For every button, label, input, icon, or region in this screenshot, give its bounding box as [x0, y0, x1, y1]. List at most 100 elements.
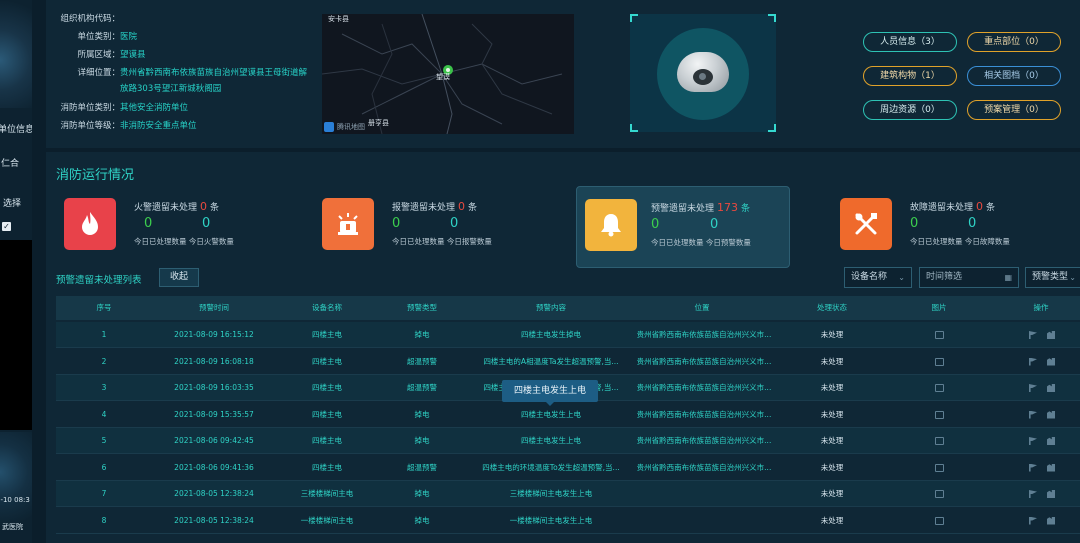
cell-no: 1	[101, 330, 107, 339]
cell-image	[914, 375, 964, 401]
table-row[interactable]: 6 2021-08-06 09:41:36 四楼主电 超温预警 四楼主电的环境温度To发…	[56, 455, 1080, 481]
select-checkbox[interactable]: ✓	[2, 222, 11, 231]
table-row[interactable]: 5 2021-08-06 09:42:45 四楼主电 掉电 四楼主电发生上电 贵州省黔西南…	[56, 428, 1080, 454]
table-row[interactable]: 8 2021-08-05 12:38:24 一楼楼梯间主电 掉电 一楼楼梯间主电发生上电…	[56, 508, 1080, 534]
image-icon[interactable]	[934, 463, 944, 472]
nearby-resources-button[interactable]: 周边资源（0）	[863, 100, 957, 120]
cell-time: 2021-08-06 09:41:36	[174, 462, 254, 472]
map-label-bottom: 册亨县	[368, 119, 389, 127]
stat-warning[interactable]: 预警遗留未处理 173 条 0 0 今日已处理数量 今日预警数量	[576, 186, 790, 268]
flag-icon[interactable]	[1029, 384, 1037, 392]
cell-content: 三楼楼梯间主电发生上电	[509, 489, 593, 498]
flag-icon[interactable]	[1029, 437, 1037, 445]
time-filter-input[interactable]: 时间筛选 ▦	[919, 267, 1019, 288]
flag-icon[interactable]	[1029, 490, 1037, 498]
stat-count: 0	[200, 200, 208, 213]
flag-icon[interactable]	[1029, 516, 1037, 525]
cell-image	[914, 481, 964, 507]
building-icon[interactable]	[1047, 410, 1055, 419]
stat-title: 报警遗留未处理 0 条	[392, 200, 477, 213]
image-icon[interactable]	[934, 490, 944, 498]
staff-info-button[interactable]: 人员信息（3）	[863, 32, 957, 52]
flag-icon[interactable]	[1029, 463, 1037, 472]
cell-device: 四楼主电	[312, 436, 342, 445]
device-select-label: 设备名称	[851, 272, 888, 282]
info-key: 单位类别：	[77, 32, 120, 42]
collapse-button[interactable]: 收起	[159, 268, 199, 287]
stat-count: 173	[717, 201, 739, 214]
stat-title-text: 预警遗留未处理	[651, 204, 715, 214]
cell-content: 四楼主电发生上电	[521, 436, 581, 445]
stat-title: 预警遗留未处理 173 条	[651, 201, 750, 214]
frame-corner	[768, 124, 776, 132]
table-row[interactable]: 2 2021-08-09 16:08:18 四楼主电 超温预警 四楼主电的A相温度Ta发…	[56, 349, 1080, 375]
flag-icon[interactable]	[1029, 331, 1037, 339]
cell-time: 2021-08-09 16:03:35	[174, 383, 254, 392]
cell-device: 四楼主电	[312, 383, 342, 392]
building-icon[interactable]	[1047, 516, 1055, 525]
cell-status: 未处理	[820, 436, 844, 445]
image-icon[interactable]	[934, 357, 944, 366]
left-decoration	[0, 0, 32, 108]
building-icon[interactable]	[1047, 357, 1055, 366]
cell-no: 5	[101, 436, 107, 445]
select-header: 选择	[3, 199, 22, 209]
building-icon[interactable]	[1047, 331, 1055, 339]
list-title: 预警遗留未处理列表	[56, 275, 142, 286]
flag-icon[interactable]	[1029, 410, 1037, 419]
table-row[interactable]: 4 2021-08-09 15:35:57 四楼主电 掉电 四楼主电发生上电 贵州省黔西南…	[56, 402, 1080, 428]
table-row[interactable]: 7 2021-08-05 12:38:24 三楼楼梯间主电 掉电 三楼楼梯间主电发生上电…	[56, 481, 1080, 507]
unit-info-tab[interactable]: 单位信息	[0, 122, 32, 135]
image-icon[interactable]	[934, 516, 944, 525]
cell-type: 超温预警	[407, 462, 437, 472]
device-name-select[interactable]: 设备名称 ⌄	[844, 267, 912, 288]
col-no: 序号	[96, 303, 112, 312]
cell-actions	[1012, 481, 1072, 507]
building-icon[interactable]	[1047, 437, 1055, 445]
camera-preview[interactable]	[630, 14, 776, 132]
image-icon[interactable]	[934, 437, 944, 445]
frame-corner	[768, 14, 776, 22]
cell-no: 8	[101, 515, 107, 525]
cell-location: 贵州省黔西南布依族苗族自治州兴义市...	[636, 409, 772, 419]
today-handled: 0	[392, 216, 401, 231]
image-icon[interactable]	[934, 384, 944, 392]
table-header: 序号 预警时间 设备名称 预警类型 预警内容 位置 处理状态 图片 操作	[56, 296, 1080, 320]
calendar-icon: ▦	[1004, 273, 1012, 282]
cell-no: 6	[101, 462, 107, 472]
building-icon[interactable]	[1047, 463, 1055, 472]
info-row-fire-level: 消防单位等级：非消防安全重点单位	[58, 121, 196, 132]
stat-fire[interactable]: 火警遗留未处理 0 条 0 0 今日已处理数量 今日火警数量	[56, 186, 286, 268]
building-icon[interactable]	[1047, 490, 1055, 498]
cell-status: 未处理	[820, 515, 844, 525]
col-content: 预警内容	[536, 303, 566, 312]
image-icon[interactable]	[934, 410, 944, 419]
image-icon[interactable]	[934, 331, 944, 339]
col-location: 位置	[694, 303, 710, 312]
warning-type-select[interactable]: 预警类型 ⌄	[1025, 267, 1080, 288]
cell-device: 一楼楼梯间主电	[300, 515, 354, 525]
cell-no: 4	[101, 409, 107, 419]
map-label-center: 望谟	[436, 73, 450, 81]
time-filter-label: 时间筛选	[926, 272, 963, 282]
buildings-button[interactable]: 建筑构物（1）	[863, 66, 957, 86]
info-value: 放路303号望江新城秋阁园	[120, 84, 222, 94]
cell-image	[914, 322, 964, 348]
cell-type: 超温预警	[407, 356, 437, 366]
info-value: 望谟县	[120, 50, 146, 60]
unit-info-panel: 组织机构代码： 单位类别：医院 所属区域：望谟县 详细位置：贵州省黔西南布依族苗…	[46, 0, 1080, 148]
plan-management-button[interactable]: 预案管理（0）	[967, 100, 1061, 120]
location-map[interactable]: 安卡县 望谟 册亨县 腾讯地图	[322, 14, 574, 134]
ren-label: 仁合	[1, 159, 20, 169]
col-image: 图片	[931, 303, 947, 312]
key-areas-button[interactable]: 重点部位（0）	[967, 32, 1061, 52]
table-row[interactable]: 1 2021-08-09 16:15:12 四楼主电 掉电 四楼主电发生掉电 贵州省黔西南…	[56, 322, 1080, 348]
content-tooltip: 四楼主电发生上电	[502, 380, 598, 406]
bell-icon	[585, 199, 637, 251]
building-icon[interactable]	[1047, 384, 1055, 392]
flag-icon[interactable]	[1029, 357, 1037, 366]
cell-no: 3	[101, 383, 107, 392]
stat-alarm[interactable]: 报警遗留未处理 0 条 0 0 今日已处理数量 今日报警数量	[314, 186, 544, 268]
related-docs-button[interactable]: 相关图档（0）	[967, 66, 1061, 86]
stat-fault[interactable]: 故障遗留未处理 0 条 0 0 今日已处理数量 今日故障数量	[832, 186, 1062, 268]
